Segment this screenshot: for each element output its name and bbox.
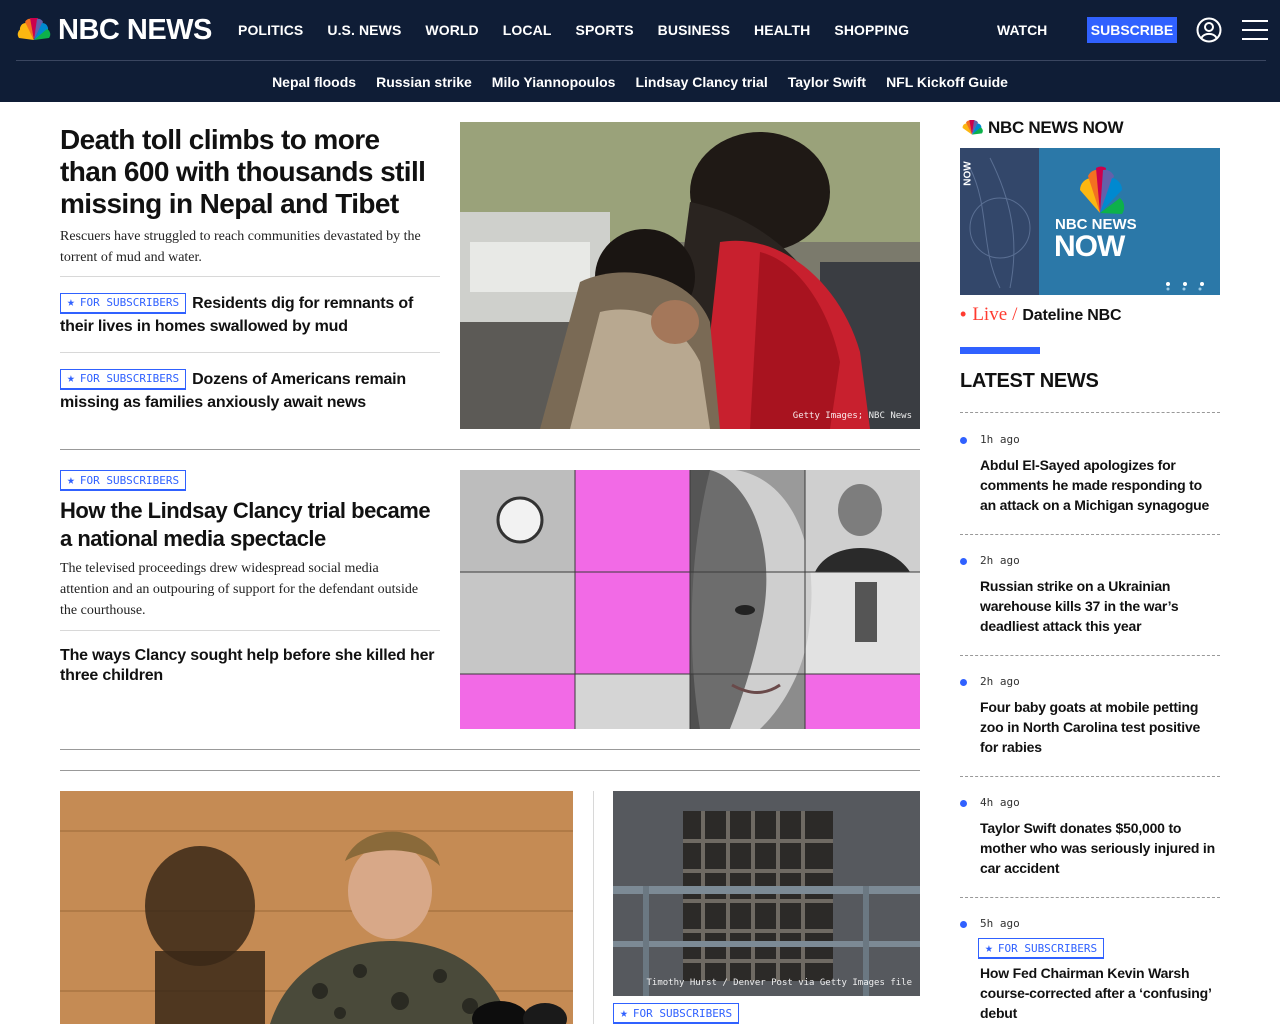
now-logo-text: NBC NEWS NOW — [988, 118, 1124, 137]
player-logo-line2: NOW — [1054, 230, 1125, 263]
hamburger-menu-icon[interactable] — [1242, 18, 1268, 42]
bullet-dot — [960, 679, 967, 686]
badge-label: FOR SUBSCRIBERS — [632, 1006, 733, 1020]
header-divider — [16, 60, 1266, 61]
second-story-image[interactable] — [460, 470, 920, 729]
subscriber-badge: ★ FOR SUBSCRIBERS — [978, 938, 1105, 959]
bullet-dot — [960, 437, 967, 444]
nav-health[interactable]: HEALTH — [754, 22, 810, 38]
news-headline: Abdul El-Sayed apologizes for comments h… — [980, 457, 1210, 513]
live-show-title: Dateline NBC — [1022, 307, 1122, 324]
dashed-divider — [960, 776, 1220, 777]
trending-nepal-floods[interactable]: Nepal floods — [272, 74, 356, 90]
related-story[interactable]: ★ FOR SUBSCRIBERS Residents dig for remnan… — [60, 292, 440, 338]
divider — [60, 352, 440, 353]
nav-shopping[interactable]: SHOPPING — [834, 22, 909, 38]
lead-dek: Rescuers have struggled to reach communi… — [60, 229, 421, 265]
trending-milo-yiannopoulos[interactable]: Milo Yiannopoulos — [492, 74, 616, 90]
watch-link[interactable]: WATCH — [997, 22, 1047, 38]
news-headline: How Fed Chairman Kevin Warsh course-corr… — [980, 965, 1211, 1021]
bullet-dot — [960, 558, 967, 565]
divider — [60, 630, 440, 631]
live-label: Live — [972, 304, 1008, 325]
bullet-dot — [960, 921, 967, 928]
image-credit: Getty Images; NBC News — [792, 411, 912, 421]
live-indicator[interactable]: • Live / Dateline NBC — [960, 304, 1122, 326]
trending-russian-strike[interactable]: Russian strike — [376, 74, 472, 90]
milo-story-image[interactable] — [60, 791, 573, 1024]
photo-illustration — [460, 122, 920, 429]
account-icon[interactable] — [1196, 17, 1222, 43]
trending-taylor-swift[interactable]: Taylor Swift — [788, 74, 866, 90]
nav-business[interactable]: BUSINESS — [658, 22, 730, 38]
news-headline: Russian strike on a Ukrainian warehouse … — [980, 578, 1179, 634]
related-story[interactable]: ★ FOR SUBSCRIBERS Dozens of Americans rema… — [60, 368, 440, 414]
news-timestamp: 4h ago — [980, 796, 1020, 809]
lead-headline[interactable]: Death toll climbs to more than 600 with … — [60, 124, 440, 220]
related-story[interactable]: The ways Clancy sought help before she k… — [60, 646, 440, 686]
trending-nfl-kickoff-guide[interactable]: NFL Kickoff Guide — [886, 74, 1008, 90]
live-separator: / — [1012, 304, 1018, 325]
subscriber-badge: ★ FOR SUBSCRIBERS — [60, 368, 187, 390]
nav-world[interactable]: WORLD — [425, 22, 478, 38]
nav-sports[interactable]: SPORTS — [576, 22, 634, 38]
dashed-divider — [960, 534, 1220, 535]
trending-bar: Nepal floods Russian strike Milo Yiannop… — [0, 74, 1280, 90]
image-credit: Timothy Hurst / Denver Post via Getty Im… — [646, 978, 912, 988]
news-timestamp: 2h ago — [980, 554, 1020, 567]
trending-lindsay-clancy-trial[interactable]: Lindsay Clancy trial — [635, 74, 767, 90]
star-icon: ★ — [985, 940, 993, 956]
section-divider — [60, 449, 920, 450]
subscriber-badge: ★ FOR SUBSCRIBERS — [613, 1003, 740, 1024]
nbc-news-now-logo[interactable]: NBC NEWS NOW — [960, 118, 1124, 138]
nav-local[interactable]: LOCAL — [503, 22, 552, 38]
video-player[interactable]: NBC NEWS NOW NOW — [960, 148, 1220, 295]
latest-news-title: LATEST NEWS — [960, 370, 1099, 392]
subscriber-badge: ★ FOR SUBSCRIBERS — [60, 470, 187, 491]
dashed-divider — [960, 412, 1220, 413]
dashed-divider — [960, 655, 1220, 656]
star-icon: ★ — [620, 1005, 628, 1021]
star-icon: ★ — [67, 371, 75, 386]
live-dot-icon: • — [960, 304, 967, 324]
second-bottom-story-image[interactable]: Timothy Hurst / Denver Post via Getty Im… — [613, 791, 920, 996]
photo-collage — [460, 470, 920, 729]
lead-story-image[interactable]: Getty Images; NBC News — [460, 122, 920, 429]
news-timestamp: 2h ago — [980, 675, 1020, 688]
site-header: NBC NEWS POLITICS U.S. NEWS WORLD LOCAL … — [0, 0, 1280, 102]
dashed-divider — [960, 897, 1220, 898]
second-dek: The televised proceedings drew widesprea… — [60, 561, 419, 618]
badge-label: FOR SUBSCRIBERS — [79, 473, 180, 487]
brand-text: NBC NEWS — [58, 13, 212, 46]
primary-nav: POLITICS U.S. NEWS WORLD LOCAL SPORTS BU… — [238, 22, 933, 38]
subscriber-badge: ★ FOR SUBSCRIBERS — [60, 292, 187, 314]
news-timestamp: 1h ago — [980, 433, 1020, 446]
player-side-label: NOW — [962, 161, 974, 186]
news-headline: Taylor Swift donates $50,000 to mother w… — [980, 820, 1215, 876]
second-headline[interactable]: How the Lindsay Clancy trial became a na… — [60, 497, 440, 553]
divider — [60, 276, 440, 277]
peacock-icon — [962, 120, 983, 135]
photo-illustration — [613, 791, 920, 996]
peacock-icon — [17, 18, 51, 40]
nav-us-news[interactable]: U.S. NEWS — [327, 22, 401, 38]
star-icon: ★ — [67, 472, 75, 488]
bullet-dot — [960, 800, 967, 807]
nbc-news-logo[interactable]: NBC NEWS — [16, 14, 212, 46]
badge-label: FOR SUBSCRIBERS — [79, 372, 180, 385]
section-accent-bar — [960, 347, 1040, 354]
star-icon: ★ — [67, 295, 75, 310]
section-divider — [60, 749, 920, 750]
news-headline: Four baby goats at mobile petting zoo in… — [980, 699, 1201, 755]
section-divider — [60, 770, 920, 771]
news-timestamp: 5h ago — [980, 917, 1020, 930]
subscribe-button[interactable]: SUBSCRIBE — [1087, 17, 1177, 43]
badge-label: FOR SUBSCRIBERS — [79, 296, 180, 309]
nav-politics[interactable]: POLITICS — [238, 22, 303, 38]
badge-label: FOR SUBSCRIBERS — [997, 941, 1098, 955]
column-divider — [593, 791, 594, 1024]
photo-illustration — [60, 791, 573, 1024]
